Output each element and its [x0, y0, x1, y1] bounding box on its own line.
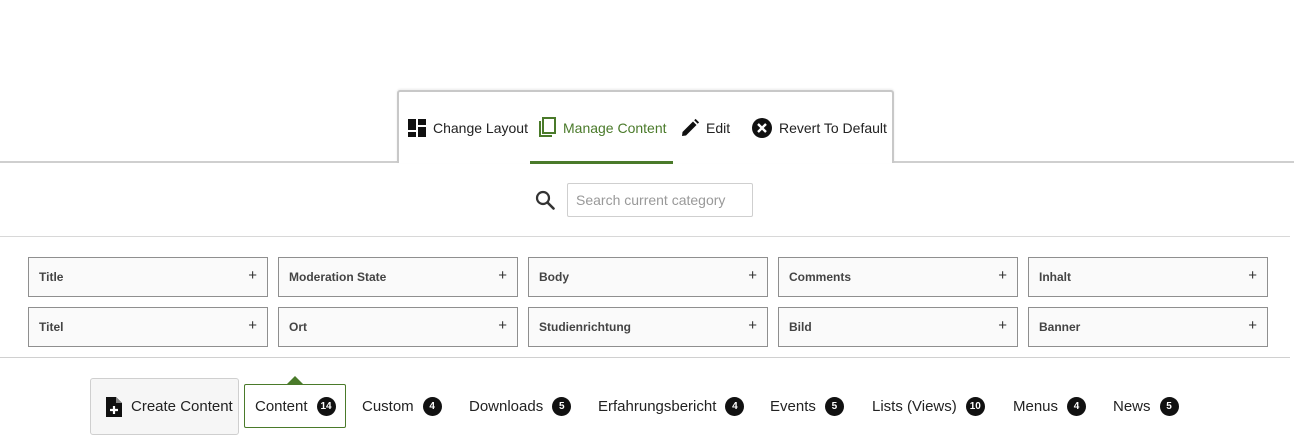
revert-label: Revert To Default — [779, 119, 887, 136]
plus-icon: + — [748, 267, 757, 284]
category-lists-views[interactable]: Lists (Views) 10 — [872, 384, 985, 428]
field-label: Titel — [39, 320, 64, 334]
category-label: Erfahrungsbericht — [598, 397, 717, 415]
copy-icon — [537, 116, 557, 139]
plus-icon: + — [1248, 317, 1257, 334]
field-banner[interactable]: Banner + — [1028, 307, 1268, 347]
count-badge: 4 — [1067, 396, 1087, 416]
field-inhalt[interactable]: Inhalt + — [1028, 257, 1268, 297]
field-label: Inhalt — [1039, 270, 1071, 284]
search-icon — [535, 190, 555, 215]
layout-icon — [407, 118, 427, 138]
category-label: Menus — [1013, 397, 1059, 415]
category-label: Content — [255, 397, 308, 415]
search-input[interactable] — [567, 183, 753, 217]
field-label: Ort — [289, 320, 307, 334]
search-divider — [0, 236, 1290, 237]
plus-icon: + — [498, 267, 507, 284]
field-grid: Title + Moderation State + Body + Comments +… — [28, 257, 1268, 347]
field-label: Moderation State — [289, 270, 387, 284]
field-label: Comments — [789, 270, 852, 284]
field-moderation-state[interactable]: Moderation State + — [278, 257, 518, 297]
add-file-icon — [105, 396, 123, 418]
edit-tab[interactable]: Edit — [680, 92, 730, 163]
plus-icon: + — [998, 317, 1007, 334]
count-badge: 4 — [422, 396, 442, 416]
categories-divider — [0, 357, 1290, 358]
field-ort[interactable]: Ort + — [278, 307, 518, 347]
field-studienrichtung[interactable]: Studienrichtung + — [528, 307, 768, 347]
manage-content-label: Manage Content — [563, 119, 667, 136]
category-news[interactable]: News 5 — [1113, 384, 1179, 428]
field-label: Bild — [789, 320, 812, 334]
field-label: Studienrichtung — [539, 320, 631, 334]
count-badge: 14 — [316, 396, 336, 416]
edit-label: Edit — [706, 119, 731, 136]
count-badge: 10 — [965, 396, 985, 416]
close-circle-icon — [751, 117, 773, 139]
create-content-label: Create Content — [131, 398, 233, 415]
category-menus[interactable]: Menus 4 — [1013, 384, 1087, 428]
change-layout-label: Change Layout — [433, 119, 528, 136]
count-badge: 5 — [1159, 396, 1179, 416]
field-title[interactable]: Title + — [28, 257, 268, 297]
category-label: Downloads — [469, 397, 544, 415]
field-bild[interactable]: Bild + — [778, 307, 1018, 347]
field-label: Banner — [1039, 320, 1081, 334]
field-titel[interactable]: Titel + — [28, 307, 268, 347]
pencil-icon — [680, 118, 700, 138]
category-label: News — [1113, 397, 1151, 415]
field-label: Body — [539, 270, 569, 284]
count-badge: 5 — [552, 396, 572, 416]
count-badge: 4 — [725, 396, 745, 416]
plus-icon: + — [498, 317, 507, 334]
revert-tab[interactable]: Revert To Default — [751, 92, 887, 163]
create-content-button[interactable]: Create Content — [90, 378, 239, 435]
count-badge: 5 — [824, 396, 844, 416]
category-label: Lists (Views) — [872, 397, 957, 415]
field-label: Title — [39, 270, 64, 284]
plus-icon: + — [998, 267, 1007, 284]
plus-icon: + — [248, 317, 257, 334]
category-erfahrungsbericht[interactable]: Erfahrungsbericht 4 — [598, 384, 745, 428]
category-downloads[interactable]: Downloads 5 — [469, 384, 572, 428]
category-custom[interactable]: Custom 4 — [362, 384, 442, 428]
change-layout-tab[interactable]: Change Layout — [407, 92, 528, 163]
category-events[interactable]: Events 5 — [770, 384, 844, 428]
field-comments[interactable]: Comments + — [778, 257, 1018, 297]
category-content[interactable]: Content 14 — [244, 384, 346, 428]
plus-icon: + — [1248, 267, 1257, 284]
category-label: Events — [770, 397, 816, 415]
plus-icon: + — [248, 267, 257, 284]
field-body[interactable]: Body + — [528, 257, 768, 297]
category-label: Custom — [362, 397, 414, 415]
manage-content-tab[interactable]: Manage Content — [530, 92, 673, 164]
layout-toolbar: Change Layout Manage Content Edit Revert… — [397, 90, 894, 164]
plus-icon: + — [748, 317, 757, 334]
